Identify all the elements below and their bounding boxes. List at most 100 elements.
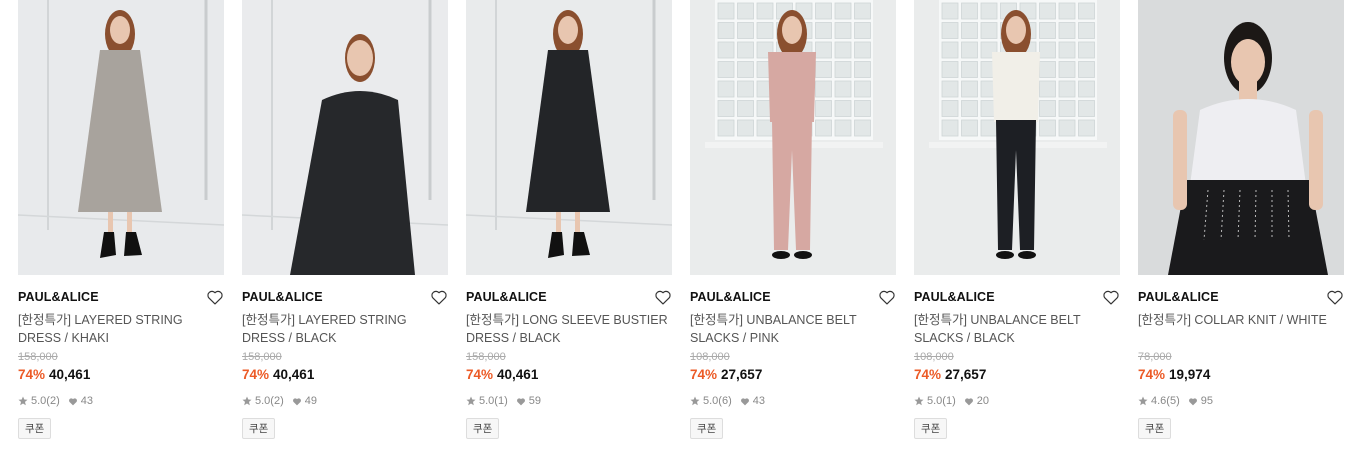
rating-value: 5.0 xyxy=(927,395,943,407)
likes-count: 95 xyxy=(1200,395,1213,407)
star-icon xyxy=(242,396,252,406)
rating-value: 5.0 xyxy=(31,395,47,407)
brand-name[interactable]: PAUL&ALICE xyxy=(1138,290,1219,304)
product-card[interactable]: PAUL&ALICE [한정특가] UNBALANCE BELT SLACKS … xyxy=(690,0,896,439)
likes-count: 59 xyxy=(528,395,541,407)
review-count: (2) xyxy=(46,395,60,407)
wishlist-heart-icon[interactable] xyxy=(878,289,896,305)
product-grid: PAUL&ALICE [한정특가] LAYERED STRING DRESS /… xyxy=(18,0,1344,439)
brand-name[interactable]: PAUL&ALICE xyxy=(914,290,995,304)
price-row: 74% 40,461 xyxy=(466,367,672,385)
discount-rate: 74% xyxy=(914,367,942,382)
product-name[interactable]: [한정특가] LONG SLEEVE BUSTIER DRESS / BLACK xyxy=(466,311,672,347)
product-photo xyxy=(18,0,224,275)
price-row: 74% 27,657 xyxy=(914,367,1120,385)
discount-rate: 74% xyxy=(242,367,270,382)
likes-count: 43 xyxy=(752,395,765,407)
likes-heart-icon xyxy=(516,397,525,405)
discount-rate: 74% xyxy=(466,367,494,382)
review-meta: 5.0 (6) 43 xyxy=(690,394,896,408)
wishlist-heart-icon[interactable] xyxy=(654,289,672,305)
likes-count: 49 xyxy=(304,395,317,407)
brand-row: PAUL&ALICE xyxy=(1138,288,1344,306)
price-row: 74% 40,461 xyxy=(18,367,224,385)
sale-price: 27,657 xyxy=(721,367,763,382)
original-price: 108,000 xyxy=(914,351,954,363)
review-count: (1) xyxy=(494,395,508,407)
coupon-badge: 쿠폰 xyxy=(466,418,500,439)
review-meta: 5.0 (1) 20 xyxy=(914,394,1120,408)
coupon-badge: 쿠폰 xyxy=(242,418,276,439)
likes-heart-icon xyxy=(68,397,77,405)
product-name[interactable]: [한정특가] UNBALANCE BELT SLACKS / BLACK xyxy=(914,311,1120,347)
star-icon xyxy=(18,396,28,406)
review-meta: 5.0 (2) 49 xyxy=(242,394,448,408)
coupon-badge: 쿠폰 xyxy=(1138,418,1172,439)
price-row: 74% 19,974 xyxy=(1138,367,1344,385)
coupon-badge: 쿠폰 xyxy=(690,418,724,439)
star-icon xyxy=(914,396,924,406)
price-row: 74% 40,461 xyxy=(242,367,448,385)
product-name[interactable]: [한정특가] LAYERED STRING DRESS / BLACK xyxy=(242,311,448,347)
likes-heart-icon xyxy=(740,397,749,405)
product-name[interactable]: [한정특가] UNBALANCE BELT SLACKS / PINK xyxy=(690,311,896,347)
product-card[interactable]: PAUL&ALICE [한정특가] LONG SLEEVE BUSTIER DR… xyxy=(466,0,672,439)
star-icon xyxy=(1138,396,1148,406)
product-name[interactable]: [한정특가] COLLAR KNIT / WHITE xyxy=(1138,311,1344,347)
wishlist-heart-icon[interactable] xyxy=(430,289,448,305)
coupon-badge: 쿠폰 xyxy=(914,418,948,439)
wishlist-heart-icon[interactable] xyxy=(1326,289,1344,305)
brand-name[interactable]: PAUL&ALICE xyxy=(690,290,771,304)
brand-row: PAUL&ALICE xyxy=(914,288,1120,306)
brand-name[interactable]: PAUL&ALICE xyxy=(242,290,323,304)
original-price: 158,000 xyxy=(466,351,506,363)
sale-price: 19,974 xyxy=(1169,367,1211,382)
product-photo xyxy=(242,0,448,275)
brand-row: PAUL&ALICE xyxy=(18,288,224,306)
original-price: 158,000 xyxy=(242,351,282,363)
rating-value: 4.6 xyxy=(1151,395,1167,407)
review-count: (2) xyxy=(270,395,284,407)
review-meta: 5.0 (1) 59 xyxy=(466,394,672,408)
product-card[interactable]: PAUL&ALICE [한정특가] LAYERED STRING DRESS /… xyxy=(242,0,448,439)
likes-count: 43 xyxy=(80,395,93,407)
brand-name[interactable]: PAUL&ALICE xyxy=(466,290,547,304)
brand-row: PAUL&ALICE xyxy=(466,288,672,306)
product-image[interactable] xyxy=(18,0,224,275)
sale-price: 40,461 xyxy=(273,367,315,382)
product-photo xyxy=(690,0,896,275)
original-price: 78,000 xyxy=(1138,351,1172,363)
brand-name[interactable]: PAUL&ALICE xyxy=(18,290,99,304)
product-card[interactable]: PAUL&ALICE [한정특가] COLLAR KNIT / WHITE 78… xyxy=(1138,0,1344,439)
original-price: 158,000 xyxy=(18,351,58,363)
product-image[interactable] xyxy=(914,0,1120,275)
wishlist-heart-icon[interactable] xyxy=(206,289,224,305)
discount-rate: 74% xyxy=(690,367,718,382)
wishlist-heart-icon[interactable] xyxy=(1102,289,1120,305)
brand-row: PAUL&ALICE xyxy=(242,288,448,306)
discount-rate: 74% xyxy=(18,367,46,382)
product-card[interactable]: PAUL&ALICE [한정특가] LAYERED STRING DRESS /… xyxy=(18,0,224,439)
product-image[interactable] xyxy=(690,0,896,275)
star-icon xyxy=(466,396,476,406)
product-image[interactable] xyxy=(466,0,672,275)
likes-heart-icon xyxy=(1188,397,1197,405)
star-icon xyxy=(690,396,700,406)
product-photo xyxy=(1138,0,1344,275)
brand-row: PAUL&ALICE xyxy=(690,288,896,306)
discount-rate: 74% xyxy=(1138,367,1166,382)
sale-price: 40,461 xyxy=(49,367,91,382)
product-photo xyxy=(914,0,1120,275)
rating-value: 5.0 xyxy=(703,395,719,407)
product-image[interactable] xyxy=(242,0,448,275)
coupon-badge: 쿠폰 xyxy=(18,418,52,439)
sale-price: 40,461 xyxy=(497,367,539,382)
product-name[interactable]: [한정특가] LAYERED STRING DRESS / KHAKI xyxy=(18,311,224,347)
likes-heart-icon xyxy=(964,397,973,405)
product-photo xyxy=(466,0,672,275)
review-count: (1) xyxy=(942,395,956,407)
product-image[interactable] xyxy=(1138,0,1344,275)
product-card[interactable]: PAUL&ALICE [한정특가] UNBALANCE BELT SLACKS … xyxy=(914,0,1120,439)
original-price: 108,000 xyxy=(690,351,730,363)
review-meta: 4.6 (5) 95 xyxy=(1138,394,1344,408)
